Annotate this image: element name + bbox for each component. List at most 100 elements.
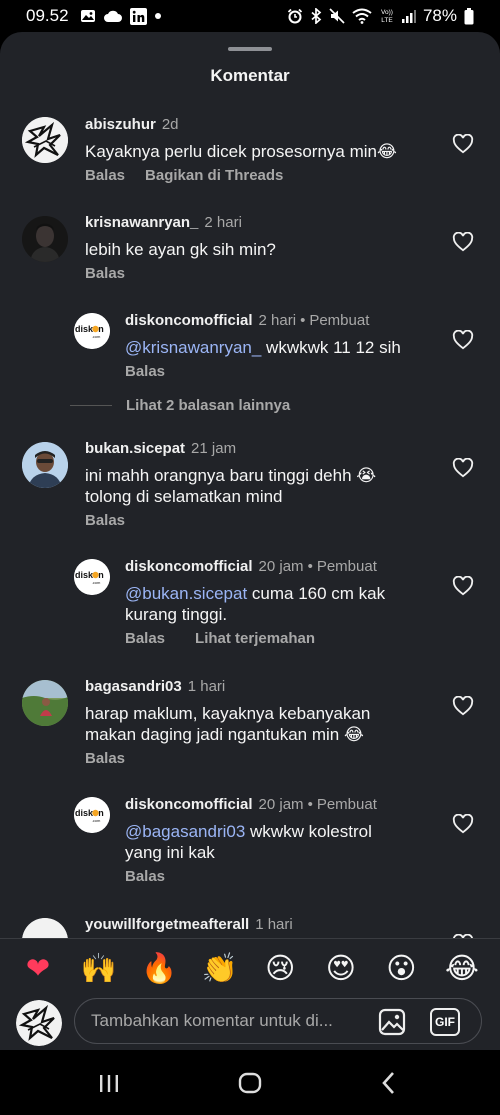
like-heart-icon[interactable]	[452, 232, 476, 254]
comment-actions: Balas	[125, 868, 445, 885]
reply-button[interactable]: Balas	[125, 630, 165, 647]
thread-line	[70, 405, 112, 406]
comments-sheet: Komentar abiszuhur 2d Kayaknya perlu dice…	[0, 32, 500, 1050]
recent-apps-icon[interactable]	[94, 1068, 124, 1098]
comment-input[interactable]	[91, 999, 361, 1043]
comment-username[interactable]: bagasandri03	[85, 678, 182, 695]
like-heart-icon[interactable]	[452, 696, 476, 718]
comment-actions: Balas	[85, 512, 435, 529]
reply-button[interactable]: Balas	[125, 868, 165, 885]
reply-button[interactable]: Balas	[85, 512, 125, 529]
battery-percent: 78%	[422, 6, 457, 25]
comment-text-line: makan daging jadi ngantukan min 😂	[85, 725, 364, 744]
alarm-icon	[287, 8, 303, 24]
emoji-laughing-button[interactable]: 😂	[444, 950, 480, 986]
wifi-icon	[352, 8, 372, 24]
comment-text: Kayaknya perlu dicek prosesornya min😂	[85, 142, 397, 161]
comment-header: diskoncomofficial 20 jam • Pembuat	[125, 558, 445, 576]
comment-body: diskoncomofficial 2 hari • Pembuat @krisnaw…	[125, 312, 445, 380]
current-user-avatar	[16, 1000, 62, 1046]
comment-text-line: tolong di selamatkan mind	[85, 487, 283, 506]
reply-button[interactable]: Balas	[85, 265, 125, 282]
comment-header: bukan.sicepat 21 jam	[85, 440, 435, 458]
comment-time: 2d	[161, 116, 179, 133]
like-heart-icon[interactable]	[452, 576, 476, 598]
comment-username[interactable]: bukan.sicepat	[85, 440, 185, 457]
emoji-crying-button[interactable]: 😢	[262, 950, 298, 986]
emoji-heart-eyes-button[interactable]: 😍	[323, 950, 359, 986]
back-icon[interactable]	[375, 1068, 405, 1098]
like-heart-icon[interactable]	[452, 814, 476, 836]
like-heart-icon[interactable]	[452, 458, 476, 480]
comment-username[interactable]: krisnawanryan_	[85, 214, 198, 231]
avatar[interactable]: disk n .com	[74, 313, 110, 349]
emoji-clap-button[interactable]: 👏	[202, 950, 238, 986]
comment-input-box: GIF	[74, 998, 482, 1044]
comment-body: krisnawanryan_ 2 hari lebih ke ayan gk si…	[85, 214, 435, 282]
comment-header: bagasandri03 1 hari	[85, 678, 435, 696]
avatar[interactable]	[22, 442, 68, 488]
like-heart-icon[interactable]	[452, 134, 476, 156]
emoji-surprised-button[interactable]: 😮	[383, 950, 419, 986]
comment-text-line: harap maklum, kayaknya kebanyakan	[85, 704, 371, 723]
home-icon[interactable]	[235, 1068, 265, 1098]
comment-username[interactable]: abiszuhur	[85, 116, 156, 133]
dot-icon	[154, 12, 162, 20]
emoji-fire-button[interactable]: 🔥	[141, 950, 177, 986]
linkedin-icon	[129, 7, 147, 25]
comment-input-row: GIF	[0, 996, 500, 1048]
comment-time: 1 hari	[187, 678, 226, 695]
comment-text: @krisnawanryan_ wkwkwk 11 12 sih	[125, 337, 445, 358]
comment-text: @bukan.sicepat cuma 160 cm kak kurang tin…	[125, 583, 445, 625]
volte-icon: Vo)) LTE	[379, 7, 395, 25]
brand-logo-text: n	[98, 570, 104, 580]
comment-time: 21 jam	[191, 440, 237, 457]
comment-text-body: wkwkwk 11 12 sih	[261, 338, 401, 357]
separator-dot: •	[307, 558, 313, 575]
comment-text: harap maklum, kayaknya kebanyakan makan d…	[85, 703, 435, 745]
brand-logo-text: n	[98, 808, 104, 818]
avatar[interactable]: disk n .com	[74, 797, 110, 833]
like-heart-icon[interactable]	[452, 330, 476, 352]
emoji-reaction-bar: ❤ 🙌 🔥 👏 😢 😍 😮 😂	[0, 946, 500, 990]
comment-username[interactable]: youwillforgetmeafterall	[85, 916, 249, 933]
reply-button[interactable]: Balas	[85, 750, 125, 767]
comment-time: 2 hari	[204, 214, 242, 231]
comment-text-line: ini mahh orangnya baru tinggi dehh 😭	[85, 466, 377, 485]
svg-text:LTE: LTE	[381, 17, 393, 24]
avatar[interactable]	[22, 680, 68, 726]
comment-text: lebih ke ayan gk sih min?	[85, 240, 276, 259]
avatar[interactable]	[22, 216, 68, 262]
comment-time: 20 jam	[258, 796, 304, 813]
mention-link[interactable]: @bagasandri03	[125, 822, 245, 841]
view-more-replies[interactable]: Lihat 2 balasan lainnya	[70, 397, 290, 414]
comment-username[interactable]: diskoncomofficial	[125, 558, 253, 575]
avatar[interactable]: disk n .com	[74, 559, 110, 595]
emoji-raised-hands-button[interactable]: 🙌	[81, 950, 117, 986]
mention-link[interactable]: @krisnawanryan_	[125, 338, 261, 357]
comments-list[interactable]: abiszuhur 2d Kayaknya perlu dicek proseso…	[0, 32, 500, 938]
cloud-icon	[103, 9, 123, 23]
reply-button[interactable]: Balas	[125, 363, 165, 380]
brand-logo-sub: .com	[92, 818, 101, 823]
emoji-heart-button[interactable]: ❤	[20, 950, 56, 986]
view-more-replies-label[interactable]: Lihat 2 balasan lainnya	[126, 397, 290, 414]
comment-header: abiszuhur 2d	[85, 116, 435, 134]
comment-username[interactable]: diskoncomofficial	[125, 312, 253, 329]
reply-button[interactable]: Balas	[85, 167, 125, 184]
see-translation-button[interactable]: Lihat terjemahan	[195, 630, 315, 647]
comment-username[interactable]: diskoncomofficial	[125, 796, 253, 813]
author-badge: Pembuat	[316, 796, 377, 813]
mention-link[interactable]: @bukan.sicepat	[125, 584, 247, 603]
comment-actions: Balas	[85, 750, 435, 767]
comment-body: abiszuhur 2d Kayaknya perlu dicek proseso…	[85, 116, 435, 184]
brand-logo-text: disk	[75, 324, 94, 334]
status-right: Vo)) LTE 78%	[287, 6, 474, 26]
mute-icon	[329, 8, 345, 24]
image-icon[interactable]	[378, 1008, 406, 1036]
avatar[interactable]	[22, 918, 68, 938]
avatar[interactable]	[22, 117, 68, 163]
share-threads-button[interactable]: Bagikan di Threads	[145, 167, 283, 184]
gif-button[interactable]: GIF	[430, 1008, 460, 1036]
signal-icon	[401, 9, 416, 23]
